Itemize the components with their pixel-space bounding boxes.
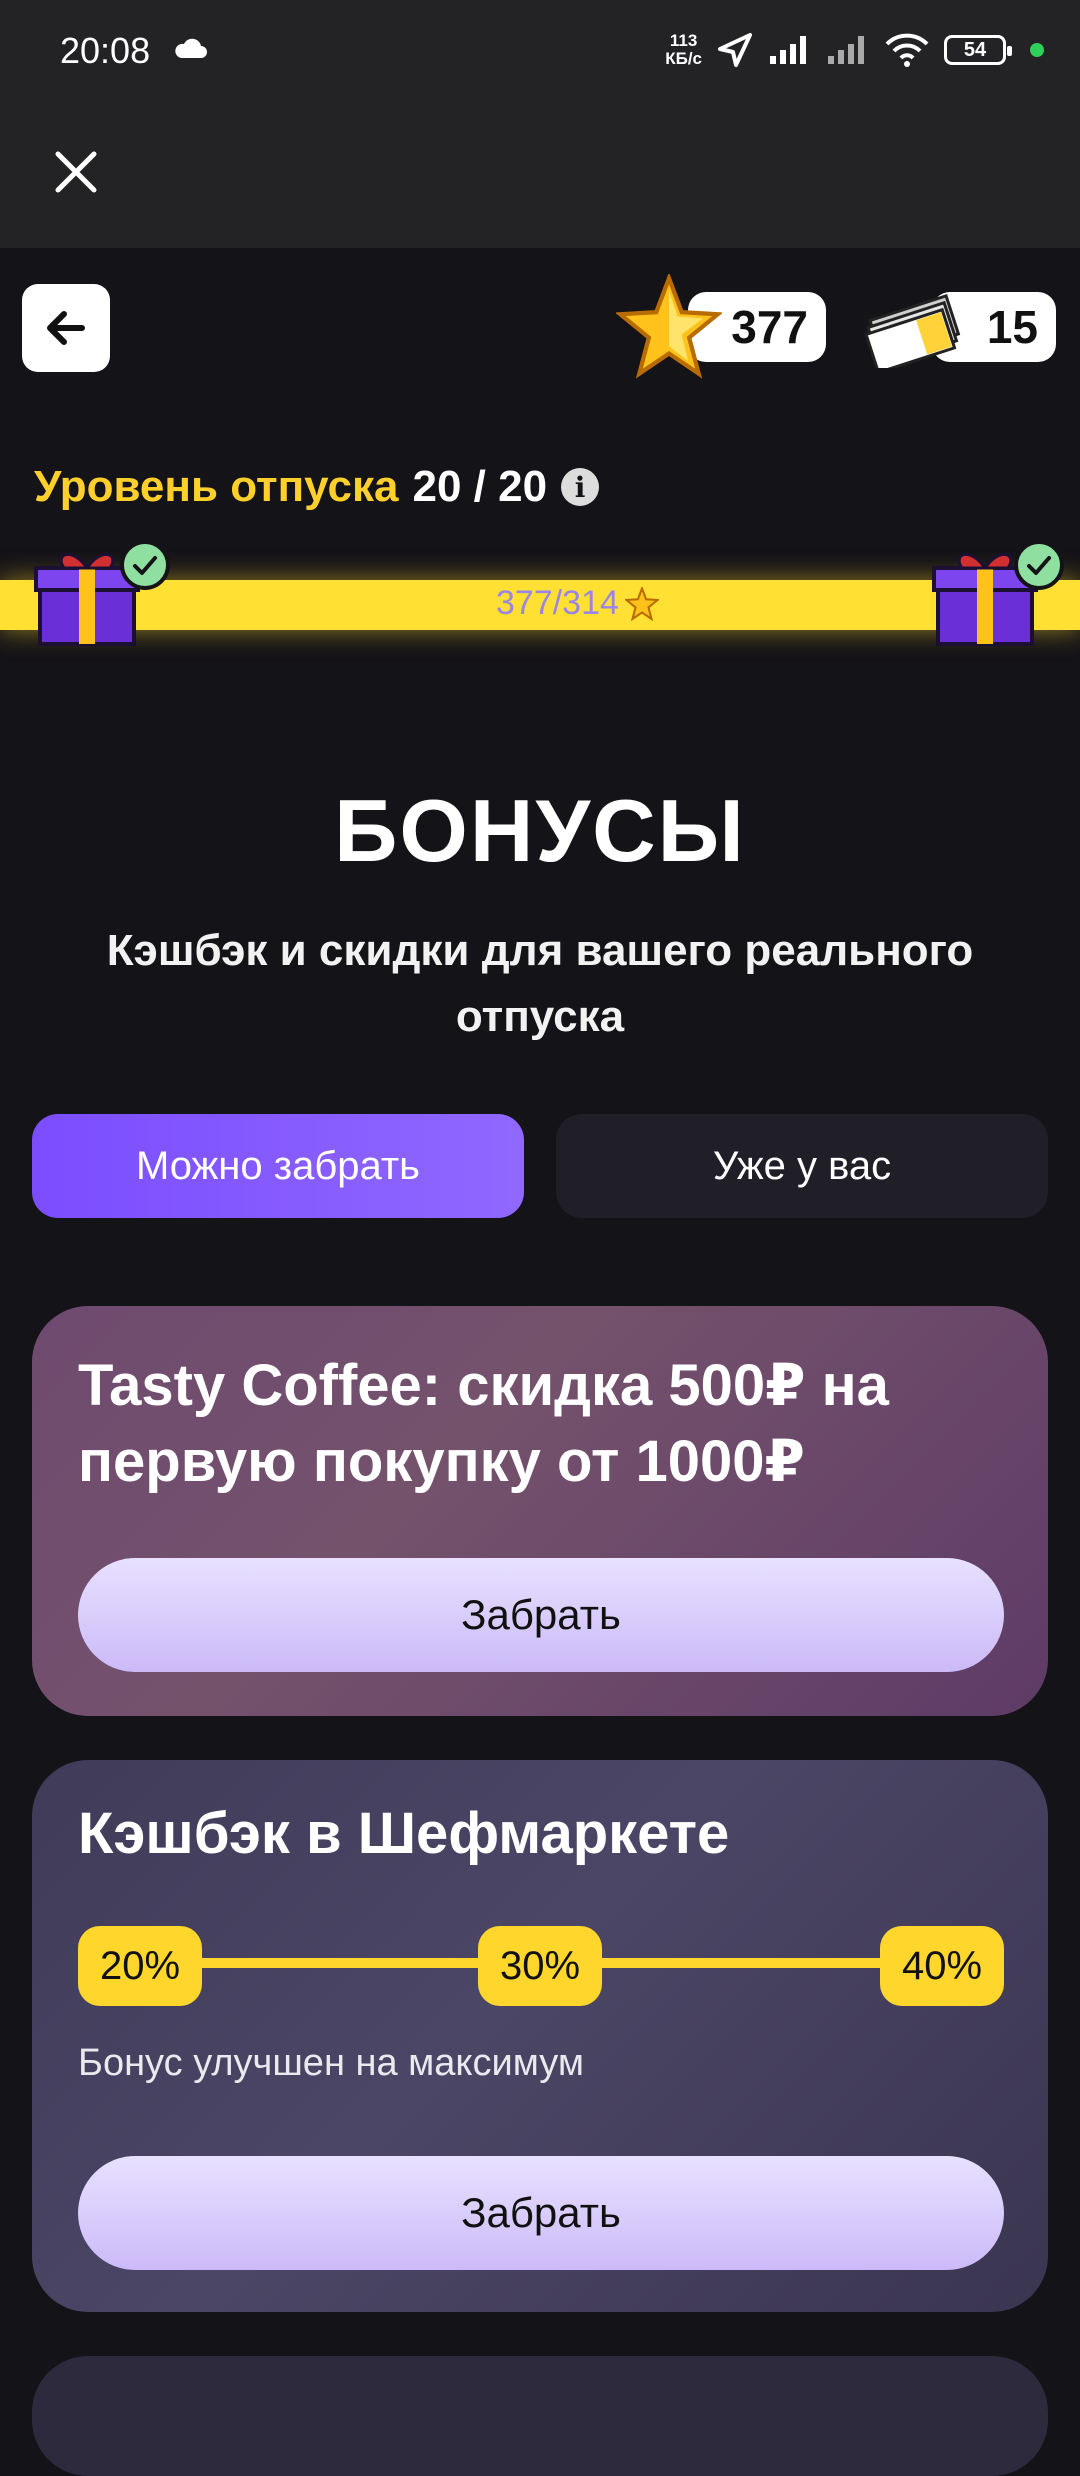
close-icon[interactable] (48, 144, 104, 200)
bonus-card-title: Кэшбэк в Шефмаркете (78, 1801, 730, 1866)
bonus-card (32, 2356, 1048, 2476)
status-bar: 20:08 113 КБ/с 54 (0, 0, 1080, 100)
bonus-card-title: Tasty Coffee: скидка 500₽ на первую поку… (78, 1353, 889, 1494)
bonus-card: Кэшбэк в Шефмаркете 20% 30% 40% Бонус ул… (32, 1760, 1048, 2312)
cloud-icon (175, 38, 207, 58)
level-label: Уровень отпуска (34, 462, 399, 511)
signal-icon (770, 36, 806, 64)
top-bar (0, 100, 1080, 248)
privacy-dot (1030, 43, 1044, 57)
check-icon (1014, 540, 1064, 590)
claim-button[interactable]: Забрать (78, 1558, 1004, 1672)
info-icon[interactable]: i (561, 468, 600, 506)
stars-count: 377 (731, 301, 808, 353)
bonus-note: Бонус улучшен на максимум (78, 2042, 584, 2084)
check-icon (120, 540, 170, 590)
status-indicators: 113 КБ/с 54 (665, 28, 1044, 72)
level-value: 20 / 20 (412, 462, 548, 511)
star-icon (624, 586, 659, 621)
status-time: 20:08 (60, 30, 151, 71)
bonus-card: Tasty Coffee: скидка 500₽ на первую поку… (32, 1306, 1048, 1716)
tab-mine[interactable]: Уже у вас (556, 1114, 1048, 1218)
signal-icon (828, 36, 864, 64)
back-arrow-icon (47, 311, 85, 345)
level-progress-text: 377/314 (496, 584, 659, 623)
location-arrow-icon (718, 33, 752, 67)
page-subtitle: Кэшбэк и скидки для вашего реального отп… (106, 926, 974, 1041)
back-button[interactable] (22, 284, 110, 372)
page-title: БОНУСЫ (334, 781, 746, 880)
tickets-count: 15 (986, 301, 1038, 353)
wifi-icon (885, 33, 929, 67)
tab-available[interactable]: Можно забрать (32, 1114, 524, 1218)
tier-badge: 30% (478, 1926, 602, 2006)
battery-indicator: 54 (944, 35, 1012, 65)
star-icon (616, 274, 722, 379)
tier-badge: 20% (78, 1926, 202, 2006)
level-row: Уровень отпуска 20 / 20 i (34, 462, 600, 512)
tickets-icon (864, 293, 961, 368)
tier-badge: 40% (880, 1926, 1004, 2006)
network-speed: 113 КБ/с (665, 31, 702, 68)
claim-button[interactable]: Забрать (78, 2156, 1004, 2270)
